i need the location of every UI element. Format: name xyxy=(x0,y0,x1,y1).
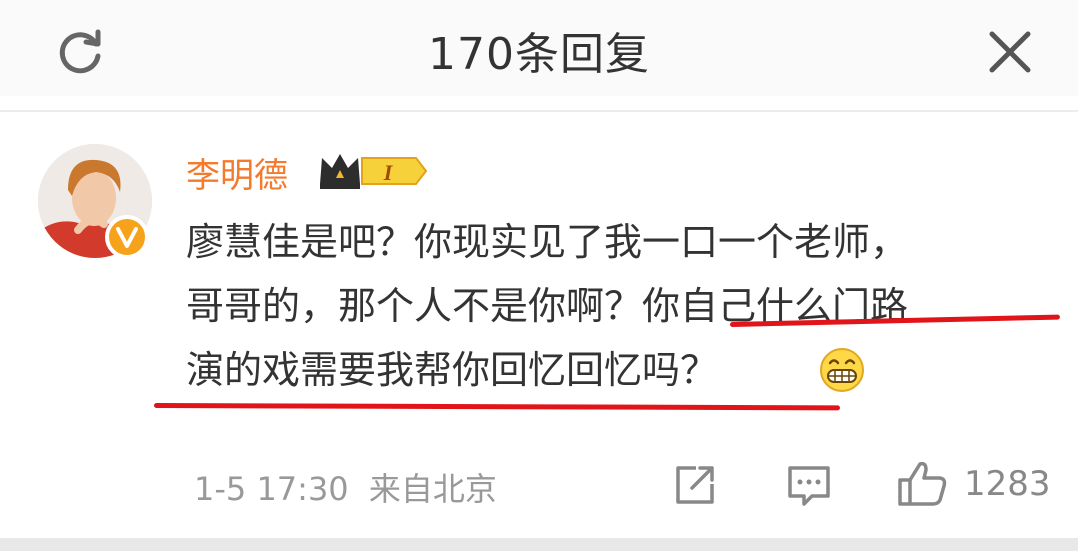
crown-icon: I xyxy=(320,154,428,189)
thumbs-up-icon[interactable] xyxy=(896,458,948,508)
page-title: 170条回复 xyxy=(428,29,650,80)
comment-time: 1-5 17:30 xyxy=(194,470,349,508)
vip-level-label: I xyxy=(383,160,394,185)
comment-line: 廖慧佳是吧？你现实见了我一口一个老师， xyxy=(186,220,909,264)
share-icon[interactable] xyxy=(672,462,718,508)
close-icon[interactable] xyxy=(984,26,1036,78)
comment-icon[interactable] xyxy=(786,462,832,508)
grin-emoji-icon xyxy=(820,348,864,392)
bottom-strip xyxy=(0,538,1078,551)
comment-line: 哥哥的，那个人不是你啊？你自己什么门路 xyxy=(186,284,909,328)
comment-source: 来自北京 xyxy=(368,470,497,508)
comment-meta: 1-5 17:30 来自北京 xyxy=(194,464,497,510)
verified-v-icon xyxy=(105,215,149,259)
like-count: 1283 xyxy=(964,464,1051,504)
red-underline xyxy=(153,403,841,411)
username[interactable]: 李明德 xyxy=(186,148,288,197)
header-divider xyxy=(0,110,1078,112)
comment-line: 演的戏需要我帮你回忆回忆吗？ xyxy=(186,348,719,392)
